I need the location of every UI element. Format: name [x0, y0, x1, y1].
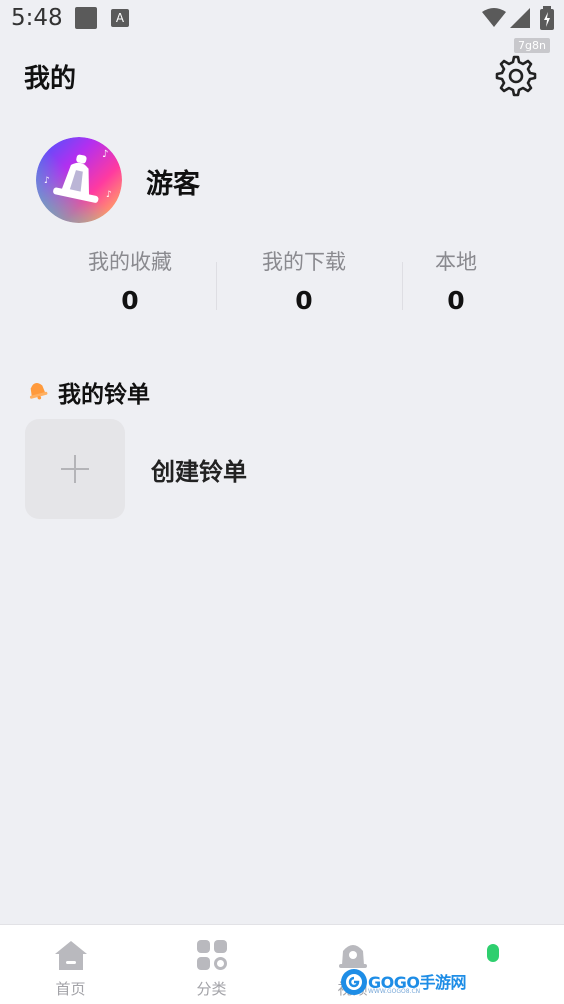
- create-list-label[interactable]: 创建铃单: [151, 452, 247, 487]
- gogo-logo-icon: [341, 969, 367, 995]
- gear-icon: [495, 55, 537, 97]
- svg-text:♪: ♪: [102, 149, 108, 160]
- notification-square-icon: [75, 7, 97, 29]
- profile-dot-icon: [487, 944, 499, 962]
- stat-label: 我的下载: [262, 250, 346, 274]
- status-bar: 5:48 A: [0, 0, 564, 38]
- wifi-icon: [482, 8, 506, 27]
- stat-downloads[interactable]: 我的下载 0: [220, 246, 388, 315]
- mine-page: 5:48 A 7g8n 我的 ♪ ♪ ♪ 游客 我的收藏 0 我的下载 0 本地…: [0, 0, 564, 1004]
- signal-icon: [510, 8, 530, 28]
- svg-text:♪: ♪: [106, 190, 112, 200]
- section-title: 我的铃单: [58, 382, 150, 408]
- watermark-sub: WWW.GOGO8.CN: [368, 988, 421, 995]
- watermark-logo: GOGO手游网 WWW.GOGO8.CN: [340, 967, 466, 997]
- stat-favorites[interactable]: 我的收藏 0: [46, 246, 214, 315]
- stat-value: 0: [447, 286, 465, 315]
- bell-icon: [29, 383, 48, 400]
- nav-label: 分类: [196, 980, 227, 998]
- status-time: 5:48: [11, 5, 63, 31]
- home-icon: [54, 941, 87, 970]
- stat-label: 本地: [435, 250, 477, 274]
- svg-text:♪: ♪: [44, 176, 50, 186]
- debug-tag: 7g8n: [514, 38, 550, 53]
- stat-value: 0: [295, 286, 313, 315]
- a-app-icon: A: [111, 9, 129, 27]
- nav-item-category[interactable]: 分类: [141, 925, 282, 1004]
- stat-value: 0: [121, 286, 139, 315]
- stat-label: 我的收藏: [88, 250, 172, 274]
- nav-item-home[interactable]: 首页: [0, 925, 141, 1004]
- stat-divider: [216, 262, 217, 310]
- stats-row: 我的收藏 0 我的下载 0 本地 0: [30, 246, 534, 326]
- avatar[interactable]: ♪ ♪ ♪: [36, 137, 122, 223]
- create-list-button[interactable]: [25, 419, 125, 519]
- settings-button[interactable]: [494, 54, 538, 98]
- nav-label: 首页: [55, 980, 86, 998]
- bottom-nav: 首页 分类 视频: [0, 924, 564, 1004]
- bell-avatar-icon: ♪ ♪ ♪: [36, 137, 122, 223]
- battery-charging-icon: [540, 6, 554, 30]
- stat-local[interactable]: 本地 0: [372, 246, 540, 315]
- page-title: 我的: [24, 64, 77, 94]
- category-icon: [196, 940, 227, 970]
- username[interactable]: 游客: [146, 162, 200, 201]
